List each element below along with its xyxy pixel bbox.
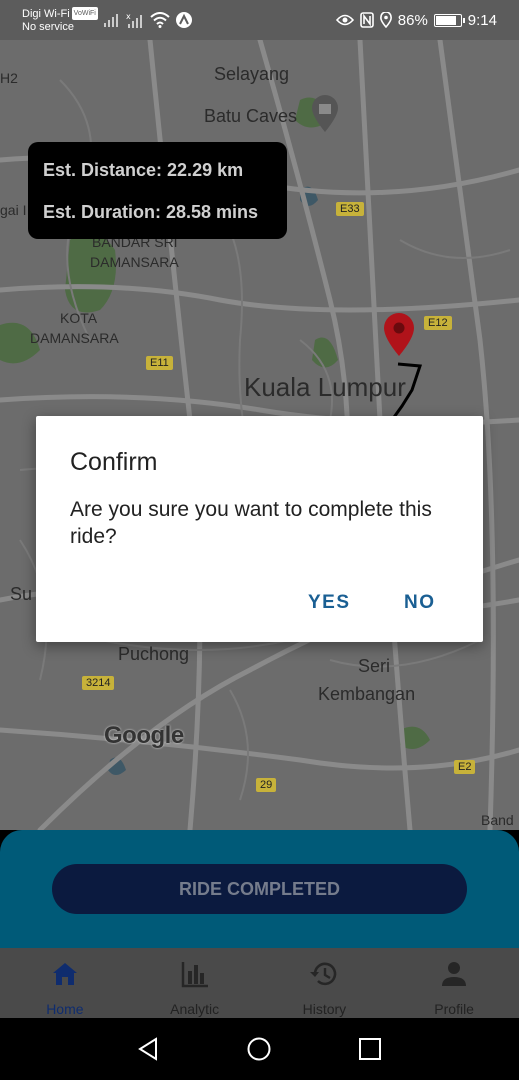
- eye-comfort-icon: [335, 14, 354, 26]
- confirm-dialog: Confirm Are you sure you want to complet…: [36, 416, 483, 642]
- recents-icon[interactable]: [357, 1036, 383, 1062]
- battery-icon: [433, 13, 465, 27]
- dialog-message: Are you sure you want to complete this r…: [70, 498, 432, 548]
- yes-button[interactable]: YES: [308, 592, 351, 614]
- carrier-info: Digi Wi-Fi VoWiFi No service: [22, 7, 98, 34]
- signal-icon: [104, 14, 118, 27]
- system-nav-bar: [0, 1018, 519, 1080]
- signal-icons: x: [104, 10, 192, 30]
- dialog-title: Confirm: [70, 448, 158, 476]
- battery-fill: [435, 15, 457, 25]
- app-notification-icon: [176, 12, 192, 28]
- clock: 9:14: [467, 11, 497, 29]
- battery-percent: 86%: [397, 11, 428, 29]
- svg-text:x: x: [126, 12, 131, 21]
- vowifi-badge: VoWiFi: [71, 7, 98, 20]
- home-circle-icon[interactable]: [246, 1036, 272, 1062]
- wifi-icon: [150, 12, 170, 28]
- nfc-icon: [359, 12, 374, 28]
- status-bar: Digi Wi-Fi VoWiFi No service x 86% 9:14: [0, 0, 519, 40]
- location-icon: [379, 12, 392, 28]
- carrier-name: Digi Wi-Fi: [22, 8, 70, 20]
- signal-off-icon: x: [126, 12, 142, 28]
- back-icon[interactable]: [136, 1036, 162, 1062]
- status-right: 86% 9:14: [335, 9, 497, 31]
- no-button[interactable]: NO: [404, 592, 436, 614]
- service-status: No service: [22, 21, 74, 33]
